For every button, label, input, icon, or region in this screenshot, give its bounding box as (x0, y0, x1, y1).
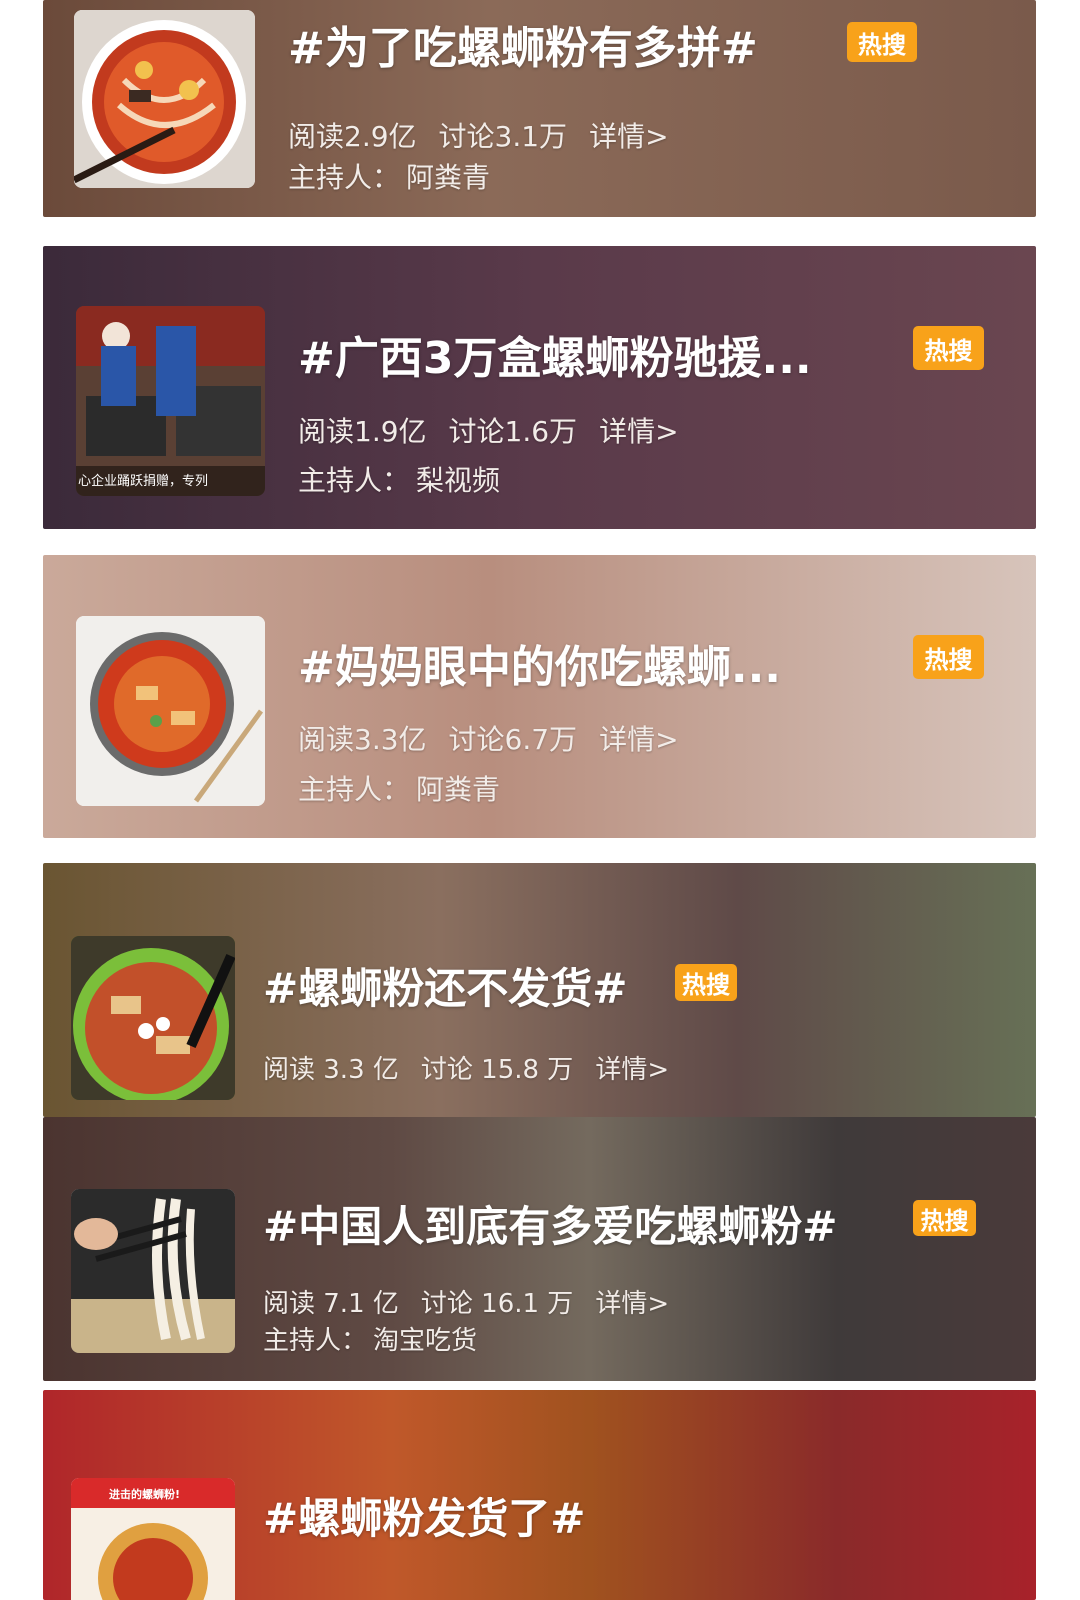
discuss-count: 讨论6.7万 (448, 723, 578, 756)
topic-card[interactable]: #妈妈眼中的你吃螺蛳... 热搜 阅读3.3亿 讨论6.7万 详情> 主持人： 阿粪青 (43, 555, 1036, 838)
topic-stats: 阅读 3.3 亿讨论 15.8 万详情> (263, 1049, 691, 1086)
discuss-count: 讨论 15.8 万 (420, 1055, 574, 1085)
host-name[interactable]: 阿粪青 (416, 773, 500, 806)
noodle-bowl-image (76, 616, 265, 806)
topic-title[interactable]: #妈妈眼中的你吃螺蛳... (298, 631, 781, 695)
detail-link[interactable]: 详情> (589, 120, 668, 153)
detail-link[interactable]: 详情> (599, 723, 678, 756)
topic-stats: 阅读1.9亿 讨论1.6万 详情> (298, 410, 701, 450)
poster-image: 进击的螺蛳粉! (71, 1478, 235, 1600)
hot-search-badge: 热搜 (847, 22, 917, 62)
topic-card[interactable]: #螺蛳粉还不发货# 热搜 阅读 3.3 亿讨论 15.8 万详情> (43, 863, 1036, 1117)
topic-stats: 阅读 7.1 亿讨论 16.1 万详情> (263, 1283, 691, 1320)
chopsticks-noodles-image (71, 1189, 235, 1353)
topic-host: 主持人： 淘宝吃货 (263, 1320, 477, 1357)
read-count: 阅读2.9亿 (288, 120, 417, 153)
host-label: 主持人： (288, 161, 401, 194)
read-count: 阅读 7.1 亿 (263, 1289, 399, 1319)
host-name[interactable]: 淘宝吃货 (373, 1326, 477, 1356)
topic-host: 主持人： 阿粪青 (288, 156, 490, 196)
poster-caption: 进击的螺蛳粉! (109, 1488, 181, 1501)
detail-link[interactable]: 详情> (595, 1289, 669, 1319)
workers-crates-image: 心企业踊跃捐赠，专列 (76, 306, 265, 496)
topic-card[interactable]: 进击的螺蛳粉! #螺蛳粉发货了# (43, 1390, 1036, 1600)
topic-title[interactable]: #螺蛳粉发货了# (263, 1485, 585, 1546)
topic-title[interactable]: #螺蛳粉还不发货# (263, 955, 627, 1016)
hot-search-badge: 热搜 (913, 326, 984, 370)
topic-card[interactable]: #为了吃螺蛳粉有多拼# 热搜 阅读2.9亿 讨论3.1万 详情> 主持人： 阿粪青 (43, 0, 1036, 217)
topic-title[interactable]: #广西3万盒螺蛳粉驰援... (298, 322, 812, 386)
read-count: 阅读1.9亿 (298, 415, 427, 448)
discuss-count: 讨论 16.1 万 (420, 1289, 574, 1319)
host-name[interactable]: 梨视频 (416, 464, 500, 497)
hot-search-badge: 热搜 (913, 1200, 976, 1236)
topic-stats: 阅读2.9亿 讨论3.1万 详情> (288, 115, 691, 155)
thumb-caption: 心企业踊跃捐赠，专列 (78, 474, 209, 489)
detail-link[interactable]: 详情> (595, 1055, 669, 1085)
topic-host: 主持人： 阿粪青 (298, 768, 500, 808)
topic-host: 主持人： 梨视频 (298, 459, 500, 499)
host-label: 主持人： (298, 464, 411, 497)
noodle-bowl-image (74, 10, 255, 188)
topic-title[interactable]: #为了吃螺蛳粉有多拼# (288, 12, 758, 76)
host-label: 主持人： (263, 1326, 368, 1356)
detail-link[interactable]: 详情> (599, 415, 678, 448)
hot-search-badge: 热搜 (675, 964, 737, 1001)
read-count: 阅读 3.3 亿 (263, 1055, 399, 1085)
topic-stats: 阅读3.3亿 讨论6.7万 详情> (298, 718, 701, 758)
topic-card[interactable]: #中国人到底有多爱吃螺蛳粉# 热搜 阅读 7.1 亿讨论 16.1 万详情> 主… (43, 1117, 1036, 1381)
topic-card[interactable]: 心企业踊跃捐赠，专列 #广西3万盒螺蛳粉驰援... 热搜 阅读1.9亿 讨论1.6… (43, 246, 1036, 529)
host-name[interactable]: 阿粪青 (406, 161, 490, 194)
discuss-count: 讨论1.6万 (448, 415, 578, 448)
noodle-plate-image (71, 936, 235, 1100)
read-count: 阅读3.3亿 (298, 723, 427, 756)
hot-search-badge: 热搜 (913, 635, 984, 679)
topic-title[interactable]: #中国人到底有多爱吃螺蛳粉# (263, 1193, 837, 1254)
host-label: 主持人： (298, 773, 411, 806)
discuss-count: 讨论3.1万 (438, 120, 568, 153)
